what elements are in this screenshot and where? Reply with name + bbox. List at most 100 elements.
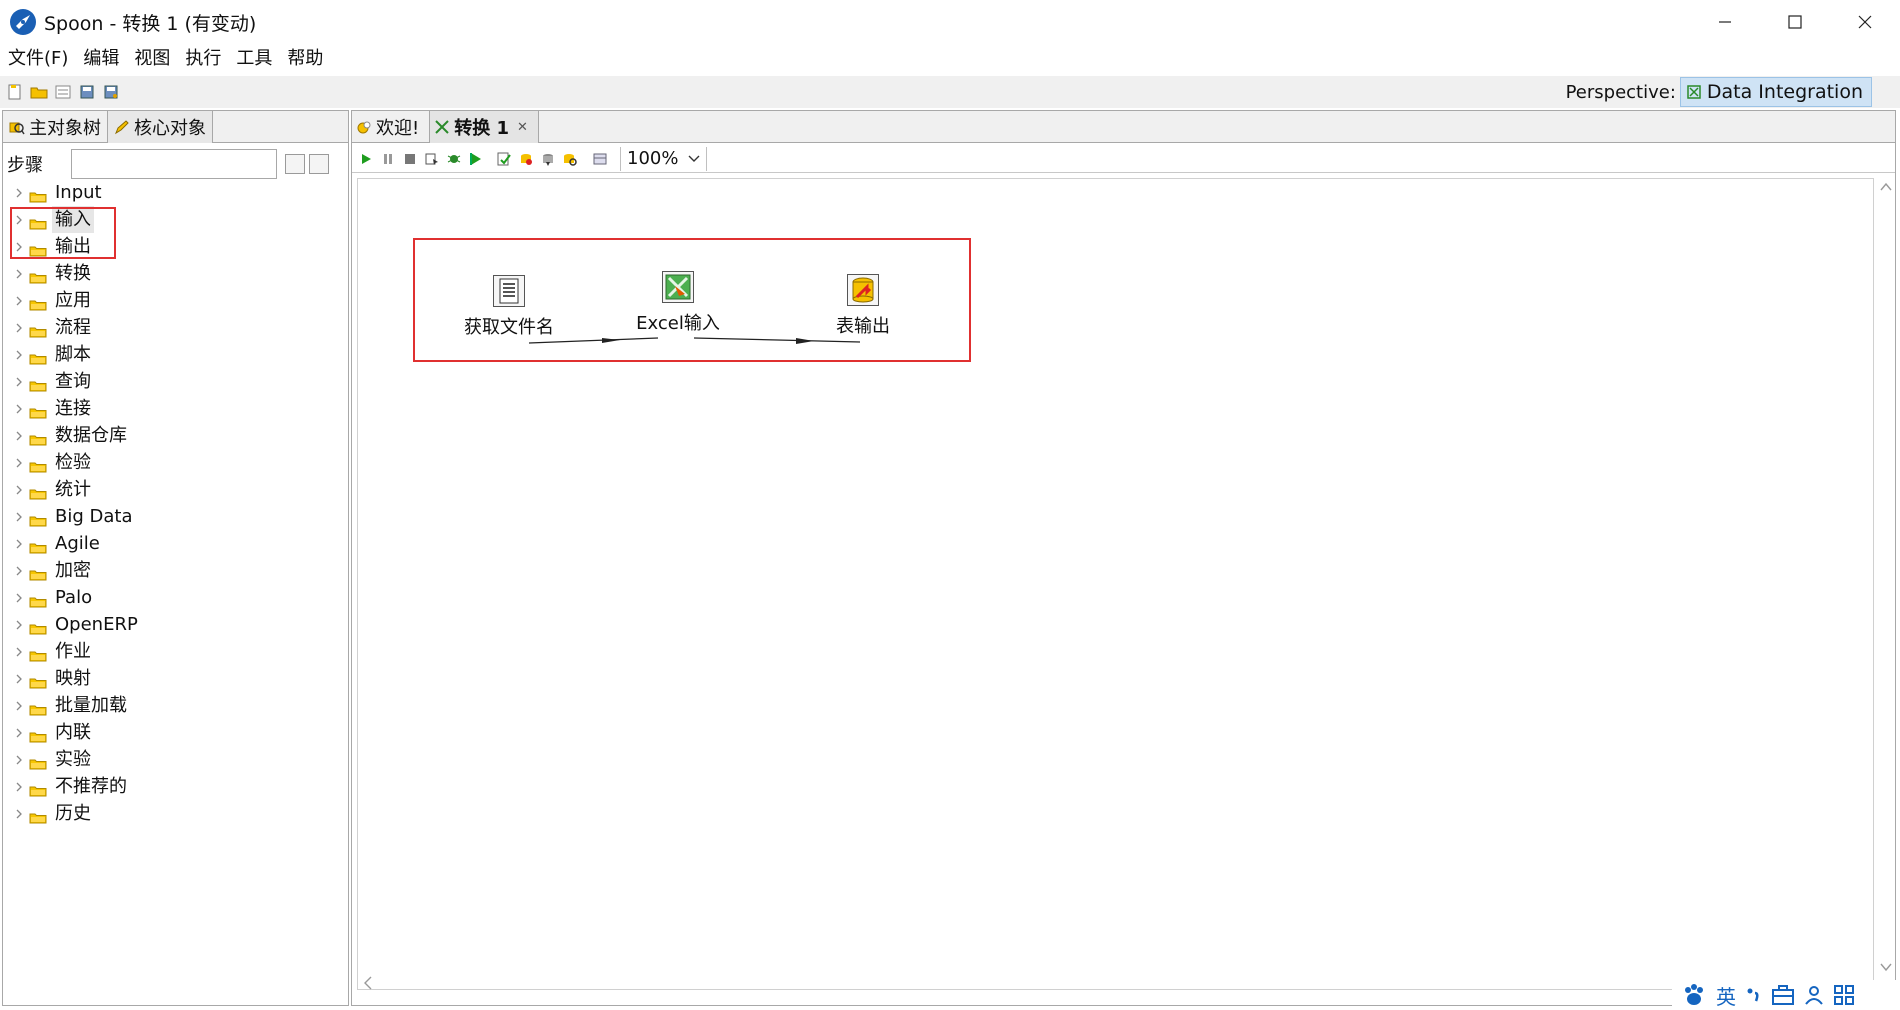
tab-transform-1[interactable]: 转换 1 ✕ (429, 111, 539, 143)
tree-item[interactable]: 统计 (3, 476, 348, 503)
menu-tools[interactable]: 工具 (228, 44, 279, 74)
step-get-file-names[interactable]: 获取文件名 (454, 275, 564, 339)
chevron-right-icon[interactable] (13, 511, 25, 523)
explore-db-icon[interactable] (562, 151, 578, 167)
replay-icon[interactable] (468, 151, 484, 167)
chevron-right-icon[interactable] (13, 727, 25, 739)
vertical-scrollbar[interactable] (1878, 178, 1894, 978)
chevron-right-icon[interactable] (13, 457, 25, 469)
impact-icon[interactable] (518, 151, 534, 167)
tree-item[interactable]: 转换 (3, 260, 348, 287)
collapse-all-icon[interactable] (309, 154, 329, 174)
step-table-output[interactable]: 表输出 (823, 274, 903, 338)
tree-item[interactable]: Palo (3, 584, 348, 611)
steps-tree: Input 输入 输出 转换 应用 流程 脚本 查询 连接 数据仓库 检验 统计 Big Data Agi… (3, 179, 348, 827)
folder-icon (29, 646, 47, 661)
tree-item[interactable]: Input (3, 179, 348, 206)
chevron-right-icon[interactable] (13, 781, 25, 793)
tab-welcome[interactable]: 欢迎! (352, 111, 429, 143)
tree-item[interactable]: 流程 (3, 314, 348, 341)
chevron-right-icon[interactable] (13, 322, 25, 334)
save-as-icon[interactable] (102, 83, 120, 101)
tree-item[interactable]: OpenERP (3, 611, 348, 638)
chevron-right-icon[interactable] (13, 754, 25, 766)
user-icon[interactable] (1804, 985, 1824, 1005)
tree-item[interactable]: 批量加载 (3, 692, 348, 719)
chevron-right-icon[interactable] (13, 484, 25, 496)
menu-view[interactable]: 视图 (126, 44, 177, 74)
grid-menu-icon[interactable] (1834, 985, 1854, 1005)
tree-item[interactable]: 映射 (3, 665, 348, 692)
chevron-right-icon[interactable] (13, 187, 25, 199)
step-excel-input[interactable]: Excel输入 (623, 271, 733, 335)
horizontal-scrollbar[interactable] (357, 973, 1874, 993)
chevron-right-icon[interactable] (13, 673, 25, 685)
explore-repository-icon[interactable] (54, 83, 72, 101)
menu-edit[interactable]: 编辑 (75, 44, 126, 74)
show-results-icon[interactable] (592, 151, 608, 167)
verify-icon[interactable] (496, 151, 512, 167)
paw-icon[interactable] (1682, 984, 1706, 1006)
hop-arrow-1 (602, 338, 620, 343)
tab-core-objects[interactable]: 核心对象 (107, 111, 213, 143)
open-folder-icon[interactable] (30, 83, 48, 101)
chevron-right-icon[interactable] (13, 403, 25, 415)
maximize-button[interactable] (1760, 0, 1830, 44)
zoom-select[interactable]: 100% (620, 146, 708, 171)
chevron-right-icon[interactable] (13, 619, 25, 631)
chevron-right-icon[interactable] (13, 565, 25, 577)
new-file-icon[interactable] (6, 83, 24, 101)
menu-run[interactable]: 执行 (177, 44, 228, 74)
minimize-button[interactable] (1690, 0, 1760, 44)
close-button[interactable] (1830, 0, 1900, 44)
chevron-right-icon[interactable] (13, 376, 25, 388)
stop-icon[interactable] (402, 151, 418, 167)
save-icon[interactable] (78, 83, 96, 101)
chevron-right-icon[interactable] (13, 295, 25, 307)
chevron-right-icon[interactable] (13, 592, 25, 604)
folder-icon (29, 565, 47, 580)
transformation-canvas[interactable]: 获取文件名 Excel输入 表输出 (357, 178, 1874, 990)
preview-icon[interactable] (424, 151, 440, 167)
tree-item[interactable]: 输入 (3, 206, 348, 233)
chevron-right-icon[interactable] (13, 538, 25, 550)
toolbox-icon[interactable] (1772, 985, 1794, 1005)
tree-item[interactable]: Big Data (3, 503, 348, 530)
chevron-right-icon[interactable] (13, 700, 25, 712)
chevron-right-icon[interactable] (13, 349, 25, 361)
tree-item[interactable]: 内联 (3, 719, 348, 746)
debug-icon[interactable] (446, 151, 462, 167)
tree-item[interactable]: 输出 (3, 233, 348, 260)
tree-item-label: 作业 (55, 641, 91, 662)
tree-item[interactable]: 作业 (3, 638, 348, 665)
tree-item[interactable]: 实验 (3, 746, 348, 773)
tree-item[interactable]: 连接 (3, 395, 348, 422)
chevron-right-icon[interactable] (13, 241, 25, 253)
tree-item[interactable]: 应用 (3, 287, 348, 314)
chevron-right-icon[interactable] (13, 430, 25, 442)
punctuation-icon[interactable] (1746, 985, 1762, 1005)
expand-all-icon[interactable] (285, 154, 305, 174)
sql-icon[interactable] (540, 151, 556, 167)
chevron-right-icon[interactable] (13, 808, 25, 820)
steps-search-input[interactable] (71, 149, 277, 179)
tree-item[interactable]: Agile (3, 530, 348, 557)
tree-item[interactable]: 不推荐的 (3, 773, 348, 800)
chevron-right-icon[interactable] (13, 646, 25, 658)
menu-help[interactable]: 帮助 (279, 44, 330, 74)
ime-language[interactable]: 英 (1716, 981, 1736, 1010)
chevron-right-icon[interactable] (13, 214, 25, 226)
pause-icon[interactable] (380, 151, 396, 167)
perspective-button[interactable]: Data Integration (1679, 77, 1872, 107)
run-icon[interactable] (358, 151, 374, 167)
tab-main-object-tree[interactable]: 主对象树 (3, 111, 107, 143)
tree-item[interactable]: 历史 (3, 800, 348, 827)
tree-item[interactable]: 数据仓库 (3, 422, 348, 449)
chevron-right-icon[interactable] (13, 268, 25, 280)
menu-file[interactable]: 文件(F) (0, 44, 75, 74)
tree-item[interactable]: 查询 (3, 368, 348, 395)
tree-item[interactable]: 检验 (3, 449, 348, 476)
tab-close-icon[interactable]: ✕ (517, 120, 528, 135)
tree-item[interactable]: 脚本 (3, 341, 348, 368)
tree-item[interactable]: 加密 (3, 557, 348, 584)
